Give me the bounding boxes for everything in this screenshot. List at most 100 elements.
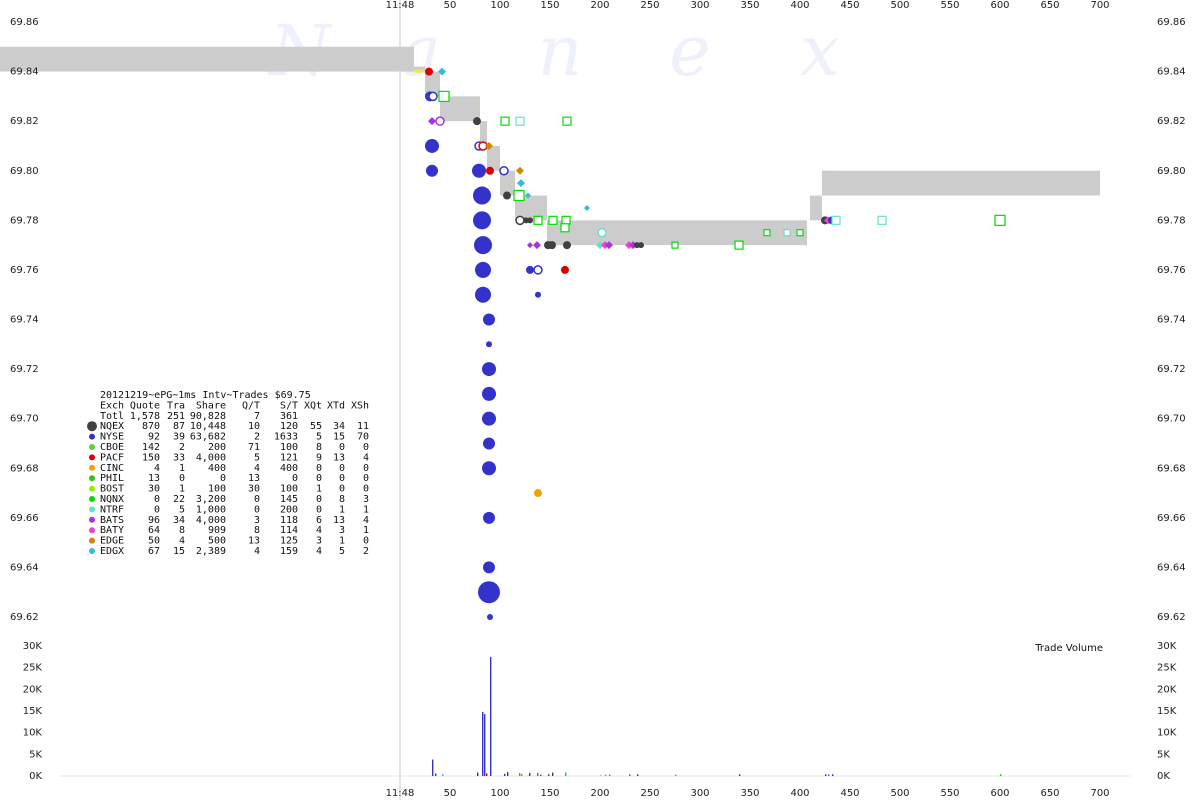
y-tick-label-right: 69.84 — [1157, 67, 1186, 78]
trade-point — [473, 211, 491, 230]
x-tick-label-top: 250 — [640, 0, 659, 11]
legend-total-cell: 361 — [280, 411, 298, 422]
volume-bar — [605, 774, 607, 776]
volume-bar — [519, 772, 521, 776]
x-tick-label-top: 600 — [990, 0, 1009, 11]
trade-point — [473, 117, 481, 126]
legend-cell: 4 — [154, 463, 160, 474]
trade-point — [535, 291, 541, 298]
volume-tick-label-left: 30K — [23, 641, 43, 652]
legend-cell: 909 — [208, 525, 226, 536]
volume-bar — [600, 774, 602, 776]
legend-cell: 5 — [254, 452, 260, 463]
y-tick-label-left: 69.70 — [10, 414, 39, 425]
volume-bar — [565, 772, 567, 776]
legend-cell: 13 — [148, 473, 160, 484]
legend-exchange: BATS — [100, 515, 124, 526]
volume-bar — [637, 774, 639, 776]
legend-exchange: BATY — [100, 525, 124, 536]
volume-bar — [484, 714, 486, 776]
x-tick-label-bottom: 650 — [1040, 788, 1059, 799]
legend-cell: 50 — [148, 536, 160, 547]
trade-point — [482, 461, 496, 476]
y-tick-label-right: 69.74 — [1157, 315, 1186, 326]
volume-bar — [507, 772, 509, 776]
legend-cell: 159 — [280, 546, 298, 557]
legend-cell: 4,000 — [196, 452, 226, 463]
legend-cell: 4 — [316, 546, 322, 557]
legend-cell: 1 — [363, 504, 369, 515]
legend-cell: 4 — [179, 536, 185, 547]
legend-swatch — [89, 527, 95, 534]
volume-bar — [825, 774, 827, 776]
y-tick-label-right: 69.86 — [1157, 17, 1186, 28]
legend-exchange: EDGE — [100, 536, 124, 547]
legend-header: XSh — [351, 400, 369, 411]
legend-cell: 3 — [363, 494, 369, 505]
volume-tick-label-left: 10K — [23, 728, 43, 739]
legend-cell: 3 — [339, 525, 345, 536]
legend-cell: 0 — [339, 463, 345, 474]
trade-point — [428, 91, 438, 102]
trade-markers — [425, 67, 1006, 620]
trade-point — [548, 241, 556, 250]
legend-cell: 1 — [179, 463, 185, 474]
legend-cell: 33 — [173, 452, 185, 463]
legend-cell: 15 — [333, 432, 345, 443]
trade-point — [428, 117, 436, 126]
legend-cell: 11 — [357, 421, 369, 432]
legend-exchange: BOST — [100, 484, 124, 495]
legend-exchange: NYSE — [100, 432, 124, 443]
trade-point — [483, 561, 495, 574]
nbbo-band — [0, 46, 414, 72]
y-tick-label-right: 69.66 — [1157, 513, 1186, 524]
legend-cell: 870 — [142, 421, 160, 432]
y-tick-label-right: 69.64 — [1157, 562, 1186, 573]
x-tick-label-top: 11:48 — [386, 0, 415, 11]
legend-cell: 4 — [363, 452, 369, 463]
volume-bar — [482, 711, 484, 776]
legend-cell: 2 — [254, 432, 260, 443]
legend-exchange: NTRF — [100, 504, 124, 515]
legend-cell: 87 — [173, 421, 185, 432]
volume-bar — [675, 774, 677, 776]
legend-cell: 9 — [316, 452, 322, 463]
legend-cell: 22 — [173, 494, 185, 505]
volume-bar — [486, 773, 488, 776]
trade-point — [584, 204, 590, 211]
legend-exchange: PACF — [100, 452, 124, 463]
legend-exchange: EDGX — [100, 546, 124, 557]
y-tick-label-left: 69.78 — [10, 215, 39, 226]
trade-point — [796, 229, 804, 237]
legend-cell: 70 — [357, 432, 369, 443]
legend-cell: 30 — [248, 484, 260, 495]
legend-cell: 0 — [254, 494, 260, 505]
y-tick-label-left: 69.62 — [10, 612, 39, 623]
legend-cell: 30 — [148, 484, 160, 495]
y-tick-label-right: 69.80 — [1157, 166, 1186, 177]
y-tick-label-left: 69.80 — [10, 166, 39, 177]
legend-cell: 0 — [316, 504, 322, 515]
trade-point — [548, 215, 558, 225]
volume-bar — [552, 772, 554, 776]
trade-point — [513, 189, 525, 202]
legend-cell: 39 — [173, 432, 185, 443]
x-tick-label-bottom: 600 — [990, 788, 1009, 799]
legend-cell: 63,682 — [190, 432, 226, 443]
trade-point — [763, 229, 771, 237]
trade-point — [473, 186, 491, 205]
trade-point — [783, 229, 791, 237]
trade-point — [425, 67, 433, 76]
x-tick-label-bottom: 11:48 — [386, 788, 415, 799]
legend-header: Tra — [167, 400, 185, 411]
legend-exchange: CINC — [100, 463, 124, 474]
legend-cell: 13 — [333, 452, 345, 463]
y-tick-label-left: 69.72 — [10, 364, 39, 375]
legend-swatch — [89, 548, 95, 554]
watermark-letter: n — [537, 10, 582, 92]
x-tick-label-top: 100 — [490, 0, 509, 11]
x-tick-label-top: 450 — [840, 0, 859, 11]
x-tick-label-top: 350 — [740, 0, 759, 11]
legend-cell: 5 — [179, 504, 185, 515]
legend-cell: 10 — [248, 421, 260, 432]
